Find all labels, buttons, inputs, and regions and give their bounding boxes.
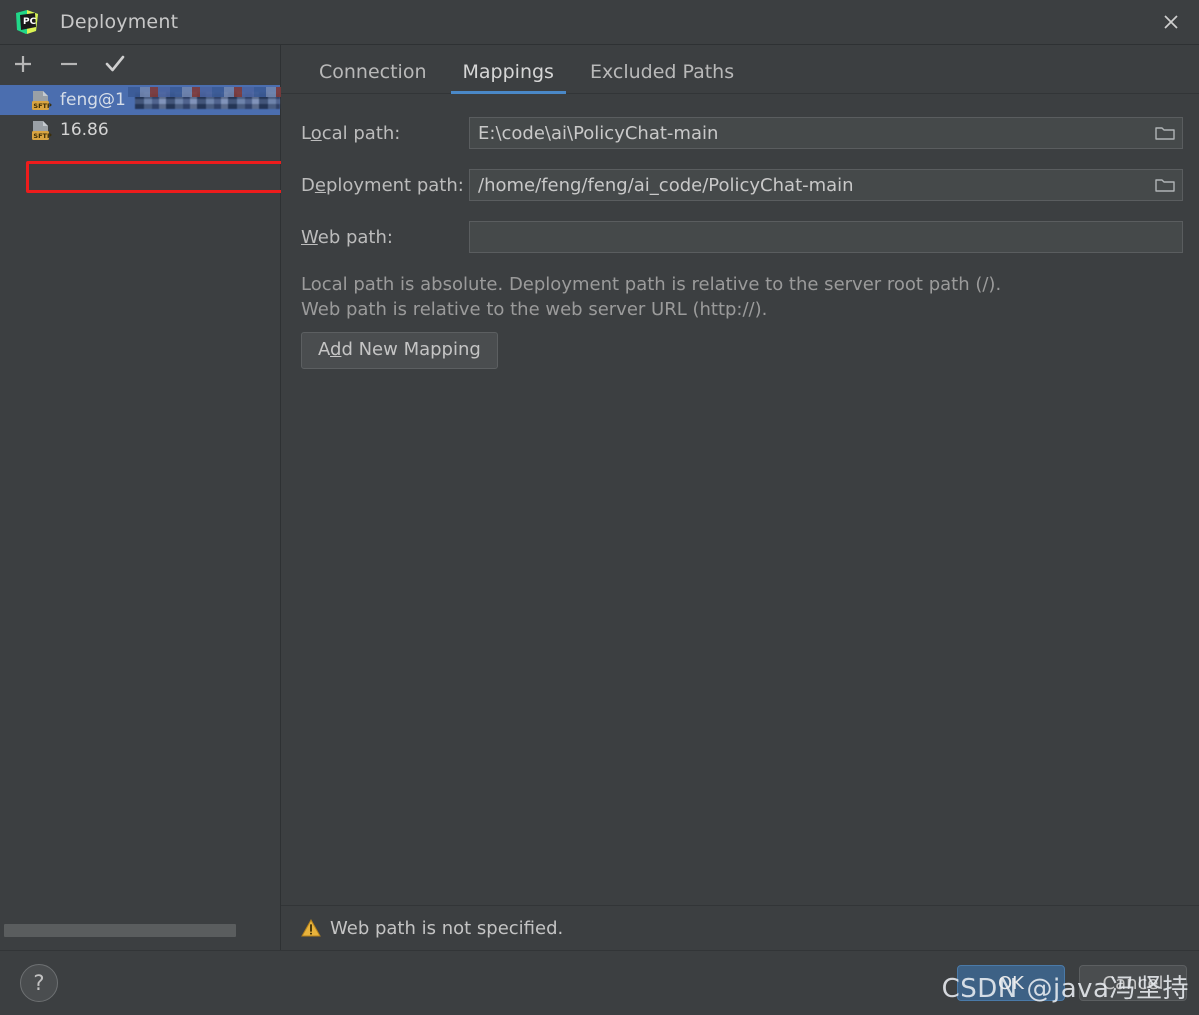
plus-icon[interactable]: [8, 49, 38, 79]
tab-mappings[interactable]: Mappings: [445, 61, 572, 94]
pycharm-logo-icon: PC: [14, 9, 40, 35]
warning-triangle-icon: [301, 918, 321, 938]
list-item[interactable]: SFTP feng@1: [0, 85, 304, 115]
web-path-input[interactable]: [469, 221, 1183, 253]
local-path-value: E:\code\ai\PolicyChat-main: [478, 122, 719, 144]
web-path-label: Web path:: [301, 226, 393, 248]
mappings-hint: Local path is absolute. Deployment path …: [301, 272, 1183, 322]
list-item-label: 16.86: [60, 120, 109, 140]
folder-icon[interactable]: [1150, 119, 1180, 147]
deployment-path-label: Deployment path:: [301, 174, 464, 196]
annotation-red-rectangle: [26, 161, 304, 193]
web-path-row: Web path:: [301, 220, 1183, 254]
sftp-icon: SFTP: [30, 89, 52, 111]
close-icon[interactable]: [1143, 0, 1199, 44]
svg-text:SFTP: SFTP: [33, 132, 52, 140]
hint-line-2: Web path is relative to the web server U…: [301, 299, 768, 320]
check-icon[interactable]: [100, 49, 130, 79]
list-item-label: feng@1: [60, 90, 126, 110]
deployment-path-input[interactable]: /home/feng/feng/ai_code/PolicyChat-main: [469, 169, 1183, 201]
server-list-panel: SFTP feng@1 SFTP 16.86: [0, 45, 304, 950]
dialog-footer: ? OK Cancel: [0, 950, 1199, 1015]
window-titlebar: PC Deployment: [0, 0, 1199, 45]
status-bar: Web path is not specified.: [281, 905, 1199, 950]
settings-panel: Connection Mappings Excluded Paths Local…: [281, 45, 1199, 950]
local-path-input[interactable]: E:\code\ai\PolicyChat-main: [469, 117, 1183, 149]
tab-connection[interactable]: Connection: [301, 61, 445, 93]
scrollbar-thumb[interactable]: [4, 924, 236, 937]
question-mark-icon[interactable]: ?: [20, 964, 58, 1002]
mappings-form: Local path: E:\code\ai\PolicyChat-main D…: [281, 94, 1199, 905]
status-message: Web path is not specified.: [330, 917, 564, 939]
list-item[interactable]: SFTP 16.86: [0, 115, 280, 145]
horizontal-scrollbar[interactable]: [0, 919, 280, 950]
local-path-label: Local path:: [301, 122, 401, 144]
window-title: Deployment: [60, 11, 179, 33]
svg-text:SFTP: SFTP: [33, 102, 52, 110]
server-list-toolbar: [0, 45, 280, 83]
sftp-icon: SFTP: [30, 119, 52, 141]
ok-button[interactable]: OK: [957, 965, 1065, 1001]
dialog-body: SFTP feng@1 SFTP 16.86 Connection Mappin…: [0, 45, 1199, 950]
tab-bar: Connection Mappings Excluded Paths: [281, 45, 1199, 94]
folder-icon[interactable]: [1150, 171, 1180, 199]
redacted-host-overlay: [128, 87, 304, 97]
cancel-button[interactable]: Cancel: [1079, 965, 1187, 1001]
deployment-path-row: Deployment path: /home/feng/feng/ai_code…: [301, 168, 1183, 202]
deployment-path-value: /home/feng/feng/ai_code/PolicyChat-main: [478, 174, 854, 196]
server-list[interactable]: SFTP feng@1 SFTP 16.86: [0, 83, 304, 919]
dialog-button-group: OK Cancel: [957, 965, 1187, 1001]
tab-excluded-paths[interactable]: Excluded Paths: [572, 61, 752, 93]
svg-text:PC: PC: [23, 17, 37, 27]
minus-icon[interactable]: [54, 49, 84, 79]
local-path-row: Local path: E:\code\ai\PolicyChat-main: [301, 116, 1183, 150]
add-new-mapping-button[interactable]: Add New Mapping: [301, 332, 498, 369]
hint-line-1: Local path is absolute. Deployment path …: [301, 274, 1002, 295]
